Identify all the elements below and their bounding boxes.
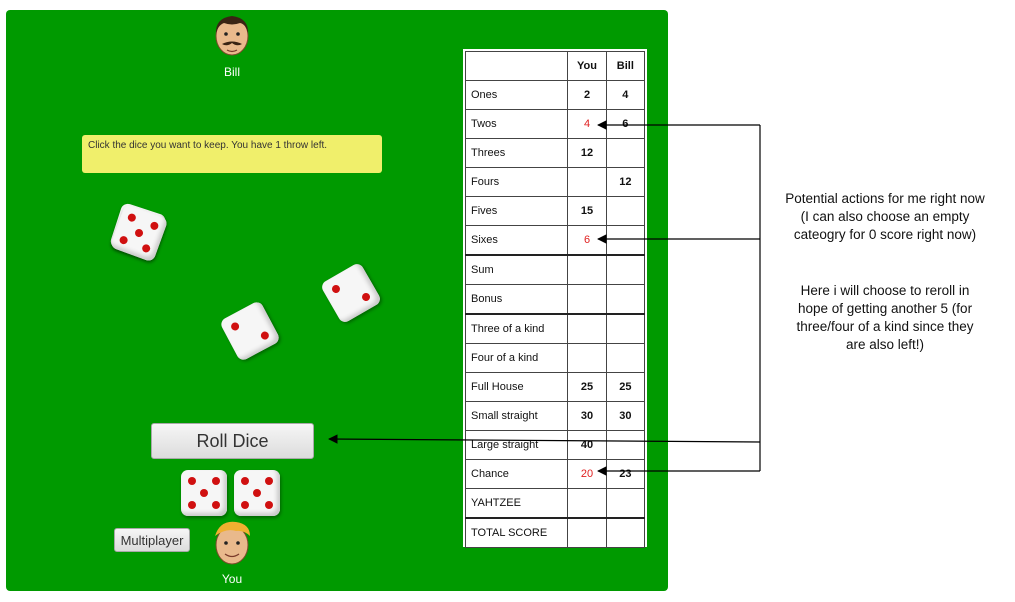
note2-line2: hope of getting another 5 (for — [797, 301, 973, 316]
annotation-note-1: Potential actions for me right now (I ca… — [770, 190, 1000, 244]
note1-line2: (I can also choose an empty — [800, 209, 970, 224]
note2-line1: Here i will choose to reroll in — [800, 283, 970, 298]
note2-line4: are also left!) — [845, 337, 925, 352]
note1-line3: cateogry for 0 score right now) — [793, 227, 977, 242]
arrow-to-roll-button — [328, 434, 761, 444]
annotation-note-2: Here i will choose to reroll in hope of … — [770, 282, 1000, 354]
note1-line1: Potential actions for me right now — [785, 191, 985, 206]
note2-line3: three/four of a kind since they — [796, 319, 974, 334]
